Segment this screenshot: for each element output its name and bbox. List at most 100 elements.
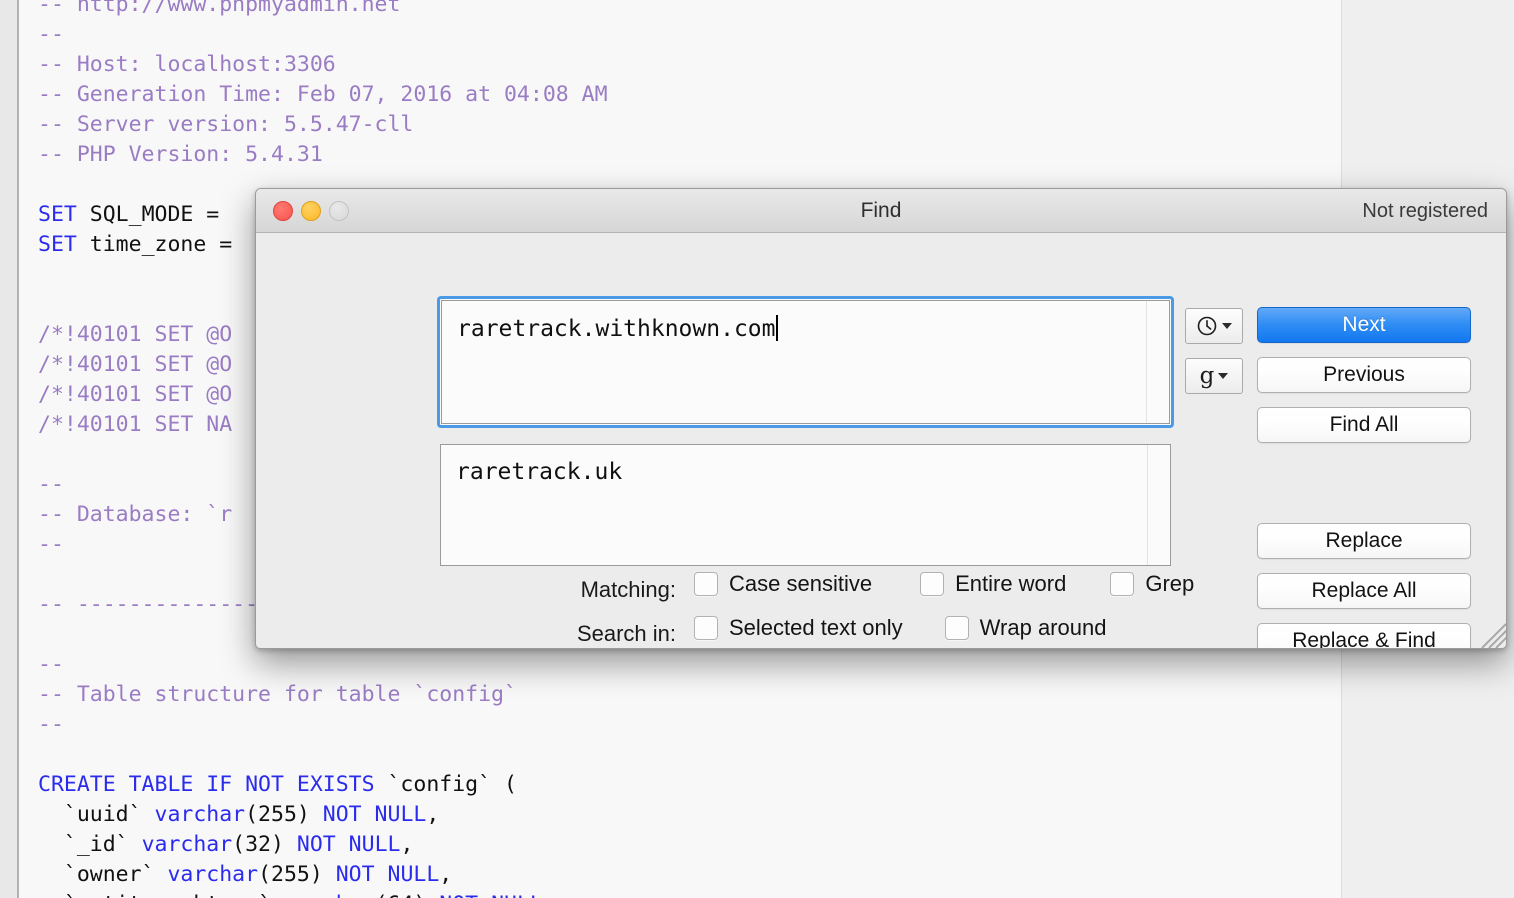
code-token: -- Host: localhost:3306 [38,52,336,77]
code-token: -- PHP Version: 5.4.31 [38,142,323,167]
code-token: varchar [284,892,375,898]
find-input[interactable]: raretrack.withknown.com [437,296,1174,428]
chevron-down-icon [1222,323,1232,329]
chevron-down-icon [1218,373,1229,379]
find-all-button[interactable]: Find All [1257,407,1471,443]
code-token: varchar [154,802,246,827]
code-token: varchar [141,832,233,857]
find-dialog[interactable]: Find Not registered Find: raretrack.with… [255,188,1507,649]
checkbox-box[interactable] [944,616,969,640]
code-token: -- Server version: 5.5.47-cll [38,112,414,137]
checkbox-label: Case sensitive [729,571,873,596]
checkbox-box[interactable] [1110,572,1135,596]
matching-label: Matching: [580,577,676,602]
code-line: `_id` varchar(32) NOT NULL, [38,830,608,860]
code-line: -- [38,20,608,50]
code-token: , [439,862,453,887]
code-token: SET [38,202,77,227]
code-token: NOT NULL [335,862,440,887]
checkbox-box[interactable] [694,616,718,640]
code-token: SET [38,232,77,257]
replace-input-scrollbar[interactable] [1147,445,1170,565]
code-token: (255) [245,802,323,827]
code-token: -- Table structure for table `config` [38,682,517,707]
find-input-inner[interactable]: raretrack.withknown.com [441,300,1170,424]
resize-grip[interactable] [1478,621,1506,648]
checkbox-box[interactable] [694,572,718,596]
replace-and-find-button[interactable]: Replace & Find [1257,623,1471,648]
code-token: -- -------------- [38,592,259,617]
code-line: `owner` varchar(255) NOT NULL, [38,860,608,890]
code-token: -- [38,22,64,47]
find-input-value: raretrack.withknown.com [457,316,776,342]
code-token: `config` ( [374,772,517,797]
code-token: (64) [375,892,440,898]
code-token: /*!40101 SET @O [38,322,233,347]
replace-all-button[interactable]: Replace All [1257,573,1471,609]
code-line: `entity_subtype` varchar(64) NOT NULL, [38,890,608,898]
code-token: /*!40101 SET @O [38,382,233,407]
code-token: -- http://www.phpmyadmin.net [38,0,401,17]
search-history-button[interactable] [1185,308,1243,344]
replace-input-value: raretrack.uk [456,459,623,485]
code-token: CREATE TABLE IF NOT EXISTS [38,772,375,797]
screen: -- http://www.phpmyadmin.net -- -- Host: l… [0,0,1514,898]
code-token: `_id` [38,832,142,857]
find-input-value-wrap: raretrack.withknown.com [457,315,778,342]
code-line: -- Host: localhost:3306 [38,50,608,80]
registration-status: Not registered [1362,200,1488,222]
code-token: -- [38,532,64,557]
code-token: -- Database: `r [38,502,233,527]
clock-icon [1197,316,1217,336]
checkbox-entire-word[interactable]: Entire word [920,571,1066,597]
code-token: `uuid` [38,802,155,827]
code-token: NOT NULL [439,892,543,898]
code-line: CREATE TABLE IF NOT EXISTS `config` ( [38,770,608,800]
code-token: , [400,832,414,857]
code-token: /*!40101 SET @O [38,352,233,377]
code-line: -- http://www.phpmyadmin.net [38,0,608,20]
checkbox-label: Wrap around [979,615,1107,640]
dialog-body: Find: raretrack.withknown.com Replace: r… [256,233,1506,648]
checkbox-wrap-around[interactable]: Wrap around [944,615,1107,641]
code-token: -- [38,652,64,677]
code-token: (32) [232,832,297,857]
search-in-label: Search in: [576,621,676,646]
code-token: varchar [167,862,259,887]
find-input-scrollbar[interactable] [1146,301,1169,423]
replace-input[interactable]: raretrack.uk [440,444,1171,566]
code-token: -- [38,472,64,497]
code-line: `uuid` varchar(255) NOT NULL, [38,800,608,830]
code-line: -- PHP Version: 5.4.31 [38,140,608,170]
checkbox-selected-text-only[interactable]: Selected text only [694,615,903,641]
dialog-title: Find [860,199,902,222]
code-line: -- [38,710,608,740]
code-token: `owner` [38,862,168,887]
code-line: -- Generation Time: Feb 07, 2016 at 04:0… [38,80,608,110]
checkbox-label: Grep [1145,571,1195,596]
dialog-titlebar[interactable]: Find Not registered [256,189,1506,233]
search-in-options: Selected text only Wrap around [694,615,1106,641]
code-token: NOT NULL [322,802,427,827]
code-token: (255) [258,862,336,887]
code-token: time_zone = [76,232,246,257]
previous-button[interactable]: Previous [1257,357,1471,393]
checkbox-case-sensitive[interactable]: Case sensitive [694,571,872,597]
checkbox-label: Entire word [955,571,1067,596]
code-token: -- [38,712,64,737]
code-token: , [543,892,556,898]
next-button[interactable]: Next [1257,307,1471,343]
code-token: , [426,802,440,827]
replace-button[interactable]: Replace [1257,523,1471,559]
editor-gutter [0,0,19,898]
code-line: -- Server version: 5.5.47-cll [38,110,608,140]
matching-options: Case sensitive Entire word Grep [694,571,1194,597]
checkbox-grep[interactable]: Grep [1110,571,1194,597]
checkbox-label: Selected text only [729,615,903,640]
checkbox-box[interactable] [920,572,945,596]
code-token: -- Generation Time: Feb 07, 2016 at 04:0… [38,82,608,107]
code-line: -- [38,650,608,680]
code-line: -- Table structure for table `config` [38,680,608,710]
grep-pattern-button[interactable]: g [1185,358,1243,394]
